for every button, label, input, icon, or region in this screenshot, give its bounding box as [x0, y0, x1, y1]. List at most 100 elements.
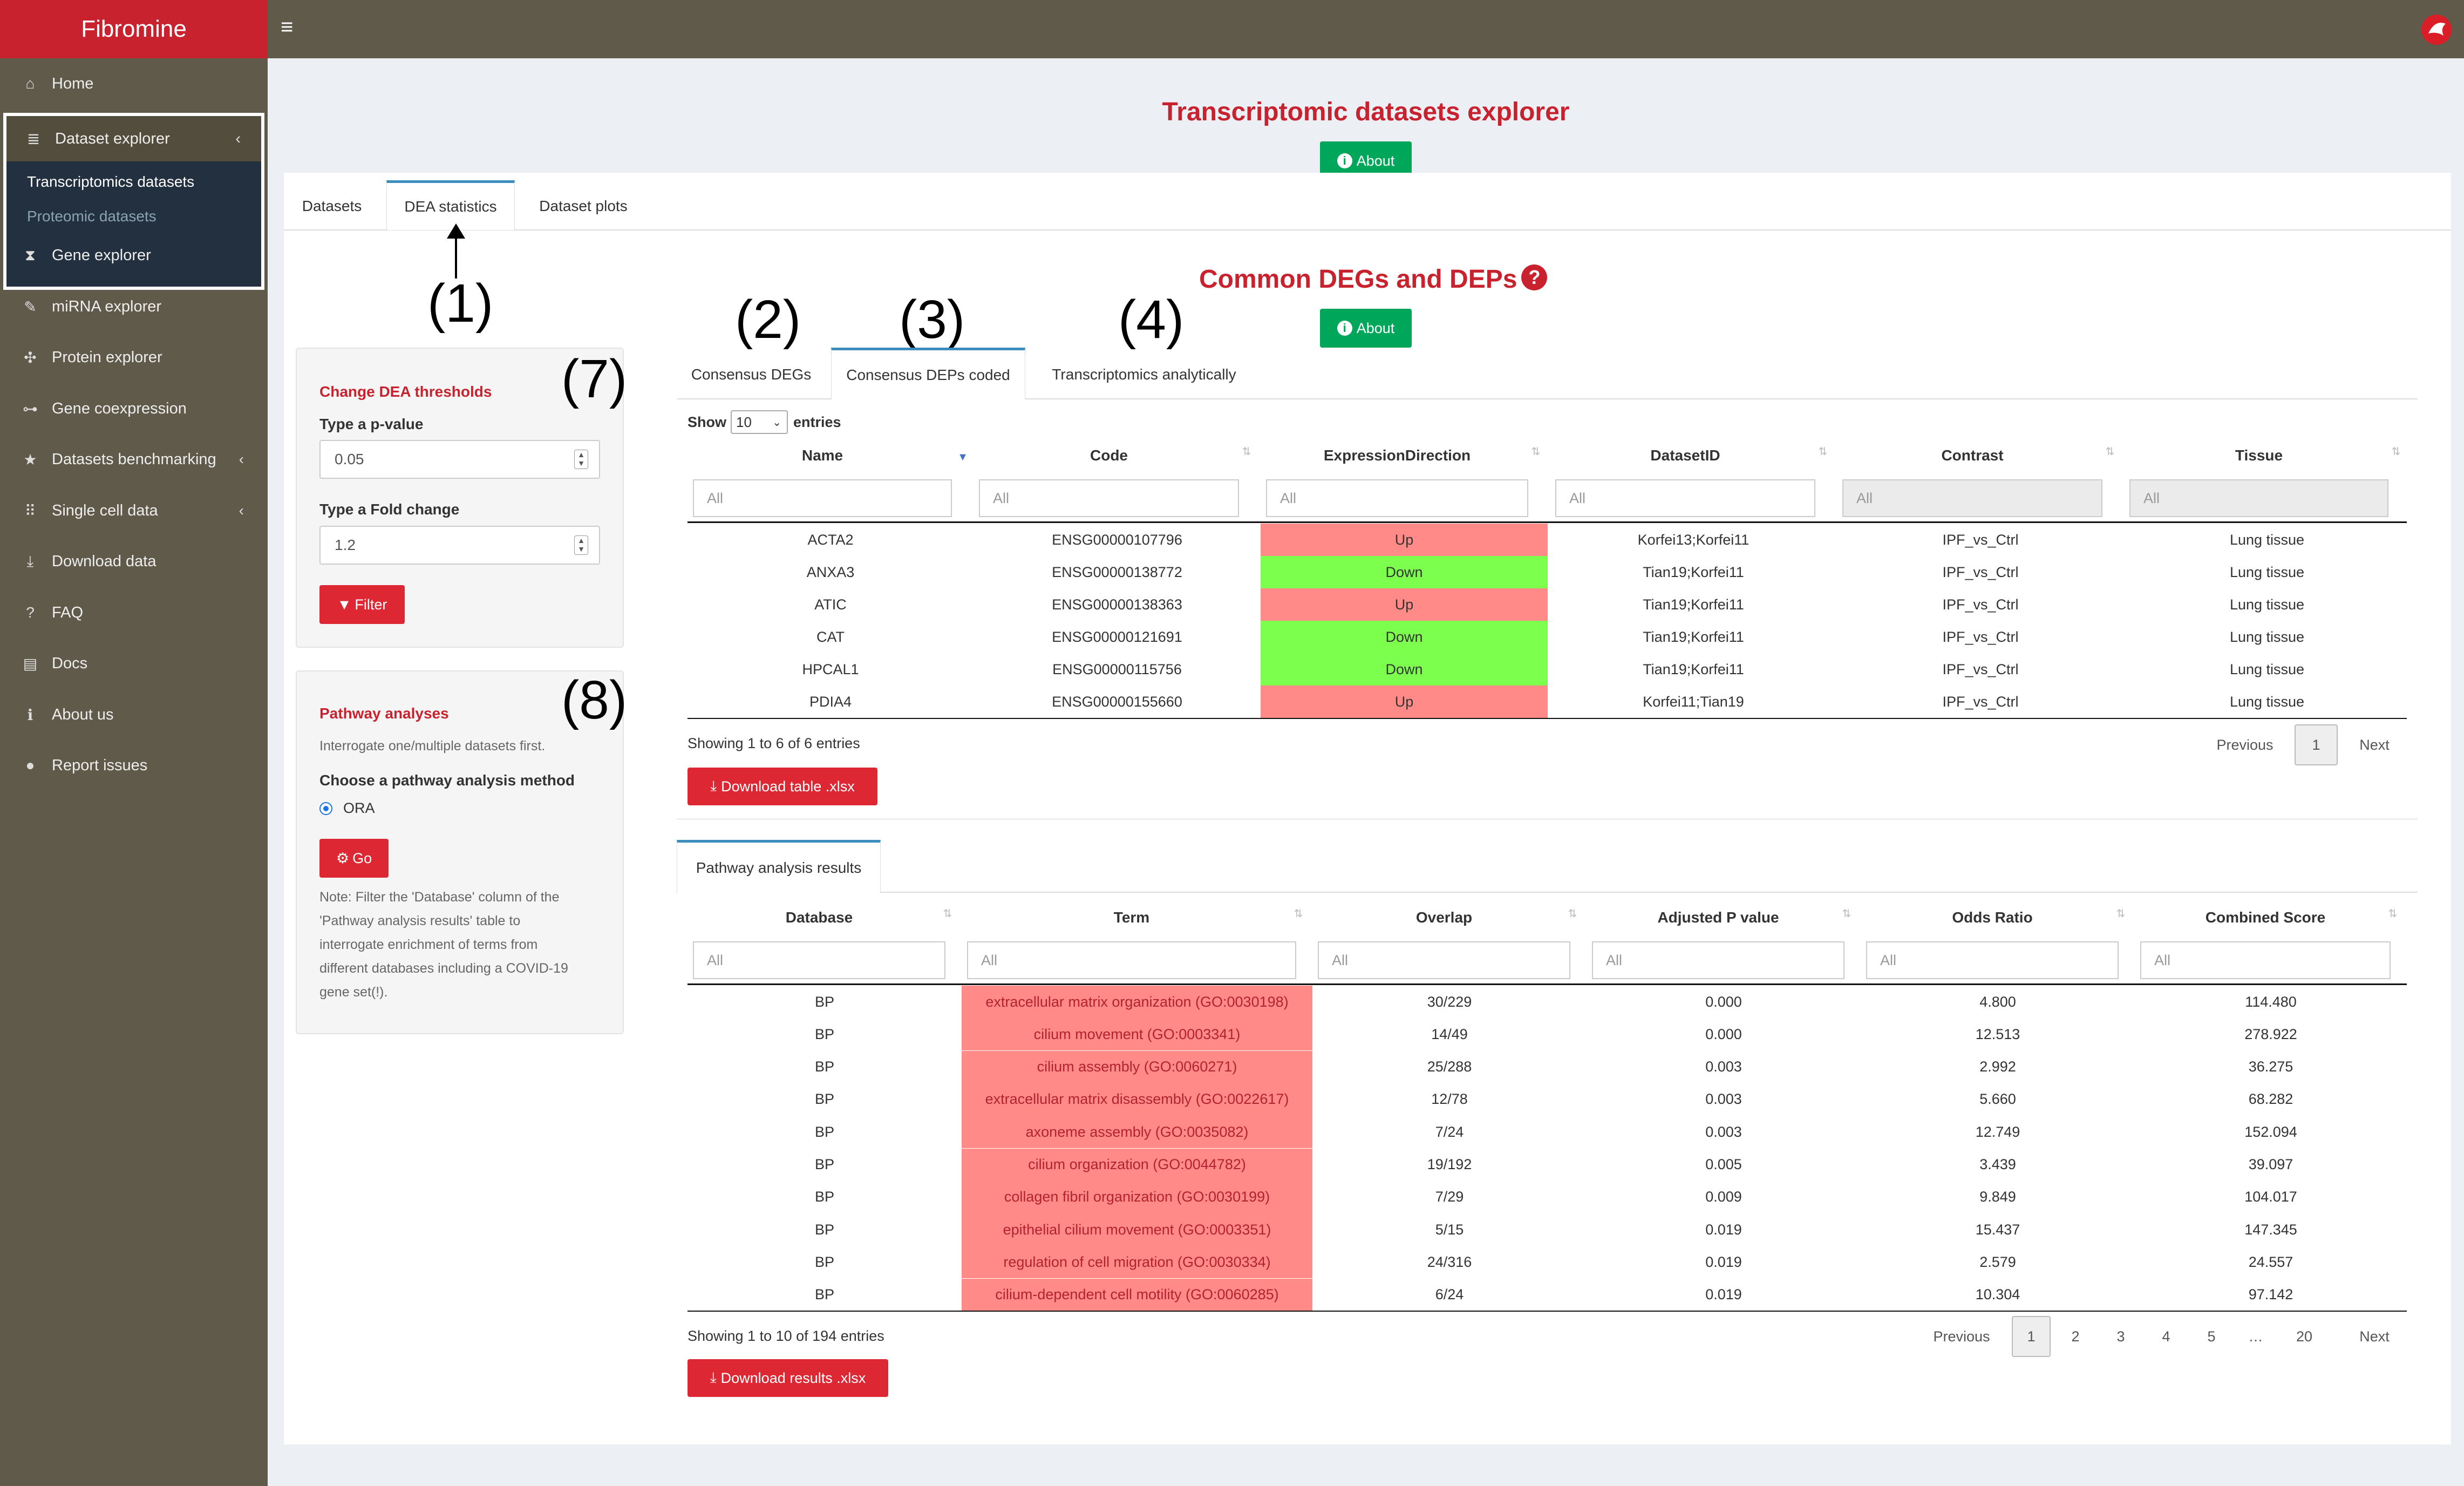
tab-consensus-deps-coded[interactable]: Consensus DEPs coded — [831, 348, 1025, 399]
table-cell: BP — [814, 1123, 835, 1140]
page-button[interactable]: 2 — [2056, 1316, 2095, 1357]
column-filter-input[interactable]: All — [1866, 941, 2119, 979]
column-filter-input[interactable]: All — [693, 941, 945, 979]
table-cell: ACTA2 — [807, 531, 854, 548]
dea-thresholds-title: Change DEA thresholds — [319, 383, 492, 400]
column-header[interactable]: Database — [688, 909, 951, 926]
sort-icon[interactable]: ⇅ — [1241, 446, 1252, 457]
column-filter-input[interactable]: All — [2140, 941, 2391, 979]
sort-icon[interactable]: ⇅ — [2391, 446, 2401, 457]
chevron-left-icon: ‹ — [239, 451, 244, 467]
table-cell: Tian19;Korfei11 — [1643, 564, 1744, 580]
page-button[interactable]: 3 — [2101, 1316, 2140, 1357]
page-button[interactable]: 20 — [2288, 1316, 2320, 1357]
column-filter-input[interactable]: All — [1592, 941, 1844, 979]
next-button[interactable]: Next — [2347, 723, 2401, 766]
column-header[interactable]: Code — [974, 447, 1244, 464]
pvalue-input[interactable]: 0.05 ▲ ▼ — [319, 440, 600, 479]
spinner-icon[interactable]: ▲ ▼ — [574, 535, 588, 555]
column-header[interactable]: Term — [962, 909, 1302, 926]
table-cell: ENSG00000138772 — [1052, 564, 1182, 580]
sidebar-item-gene-explorer[interactable]: ⧗ Gene explorer — [0, 236, 268, 274]
download-icon: ⤓ — [710, 1369, 717, 1386]
sort-icon[interactable]: ⇅ — [2105, 446, 2115, 457]
table-cell: 9.849 — [1979, 1189, 2016, 1205]
top-navbar: Fibromine ≡ — [0, 0, 2464, 58]
column-header[interactable]: Combined Score — [2135, 909, 2396, 926]
column-header[interactable]: Adjusted P value — [1587, 909, 1850, 926]
sort-icon[interactable]: ⇅ — [1567, 908, 1578, 919]
tab-consensus-degs[interactable]: Consensus DEGs — [681, 351, 821, 398]
sidebar-item-dataset-explorer[interactable]: ≣ Dataset explorer ‹ — [6, 116, 261, 161]
entries-select[interactable]: 10 ⌄ — [731, 410, 788, 434]
sort-desc-icon[interactable]: ▼ — [957, 452, 968, 463]
syringe-icon: ✎ — [24, 298, 37, 315]
table-cell: 10.304 — [1975, 1286, 2020, 1303]
note-line: different databases including a COVID-19 — [319, 961, 568, 976]
note-line: Note: Filter the 'Database' column of th… — [319, 890, 560, 905]
download-results-button[interactable]: ⤓ Download results .xlsx — [688, 1359, 888, 1397]
ora-radio[interactable] — [319, 802, 332, 815]
spinner-icon[interactable]: ▲ ▼ — [574, 450, 588, 469]
app-brand[interactable]: Fibromine — [0, 0, 268, 58]
sidebar-subitem-proteomic[interactable]: Proteomic datasets — [27, 208, 156, 225]
sort-icon[interactable]: ⇅ — [1818, 446, 1828, 457]
table-cell: ENSG00000115756 — [1052, 661, 1182, 677]
page-button[interactable]: 4 — [2147, 1316, 2186, 1357]
page-button[interactable]: 1 — [2012, 1316, 2051, 1357]
table-cell: BP — [814, 993, 835, 1010]
table-cell: BP — [814, 1189, 835, 1205]
sidebar-subitem-transcriptomics[interactable]: Transcriptomics datasets — [27, 173, 194, 191]
column-filter-input[interactable]: All — [1266, 479, 1528, 517]
column-header[interactable]: Tissue — [2124, 447, 2394, 464]
sidebar-item-docs[interactable]: ▤ Docs — [0, 644, 268, 682]
sidebar-item-mirna-explorer[interactable]: ✎ miRNA explorer — [0, 288, 268, 325]
column-filter-input[interactable]: All — [1555, 479, 1815, 517]
sort-icon[interactable]: ⇅ — [2387, 908, 2398, 919]
previous-button[interactable]: Previous — [1921, 1315, 2002, 1358]
filter-button[interactable]: ▼ Filter — [319, 585, 405, 624]
sidebar-item-gene-coexpression[interactable]: ⊶ Gene coexpression — [0, 390, 268, 428]
page-button[interactable]: 5 — [2192, 1316, 2231, 1357]
column-filter-input[interactable]: All — [967, 941, 1296, 979]
page-button[interactable]: 1 — [2295, 724, 2338, 765]
fold-change-input[interactable]: 1.2 ▲ ▼ — [319, 526, 600, 565]
column-header[interactable]: Odds Ratio — [1861, 909, 2124, 926]
common-about-button[interactable]: i About — [1320, 309, 1412, 348]
table-cell: PDIA4 — [809, 693, 852, 710]
sort-icon[interactable]: ⇅ — [1530, 446, 1541, 457]
help-icon[interactable]: ? — [1521, 264, 1548, 290]
sidebar-item-datasets-benchmarking[interactable]: ★ Datasets benchmarking ‹ — [0, 440, 268, 478]
sidebar-item-about-us[interactable]: ℹ About us — [0, 696, 268, 734]
tab-dataset-plots[interactable]: Dataset plots — [527, 182, 640, 230]
column-filter-input: All — [1842, 479, 2102, 517]
sort-icon[interactable]: ⇅ — [1293, 908, 1304, 919]
column-header[interactable]: ExpressionDirection — [1261, 447, 1534, 464]
column-header[interactable]: Name — [688, 447, 957, 464]
sidebar-item-protein-explorer[interactable]: ✣ Protein explorer — [0, 338, 268, 376]
sort-icon[interactable]: ⇅ — [942, 908, 953, 919]
column-header[interactable]: Contrast — [1837, 447, 2108, 464]
column-header[interactable]: Overlap — [1312, 909, 1576, 926]
column-filter-input[interactable]: All — [693, 479, 952, 517]
go-button[interactable]: ⚙ Go — [319, 839, 389, 878]
sidebar-item-single-cell[interactable]: ⠿ Single cell data ‹ — [0, 492, 268, 530]
sidebar-item-report-issues[interactable]: ● Report issues — [0, 747, 268, 784]
download-table-button[interactable]: ⤓ Download table .xlsx — [688, 768, 877, 805]
menu-toggle-icon[interactable]: ≡ — [281, 16, 302, 38]
previous-button[interactable]: Previous — [2207, 723, 2283, 766]
sidebar-item-download-data[interactable]: ⤓ Download data — [0, 542, 268, 580]
tab-transcriptomics-analytically[interactable]: Transcriptomics analytically — [1036, 351, 1252, 398]
common-degs-title-text: Common DEGs and DEPs — [1199, 265, 1517, 294]
table-cell: 104.017 — [2244, 1189, 2297, 1205]
next-button[interactable]: Next — [2347, 1315, 2401, 1358]
tab-pathway-results[interactable]: Pathway analysis results — [677, 840, 881, 893]
column-header[interactable]: DatasetID — [1550, 447, 1821, 464]
column-filter-input[interactable]: All — [979, 479, 1239, 517]
tab-datasets[interactable]: Datasets — [291, 182, 372, 230]
sort-icon[interactable]: ⇅ — [2115, 908, 2126, 919]
sort-icon[interactable]: ⇅ — [1841, 908, 1852, 919]
column-filter-input[interactable]: All — [1318, 941, 1570, 979]
sidebar-item-faq[interactable]: ? FAQ — [0, 594, 268, 632]
sidebar-item-home[interactable]: ⌂ Home — [0, 65, 268, 103]
